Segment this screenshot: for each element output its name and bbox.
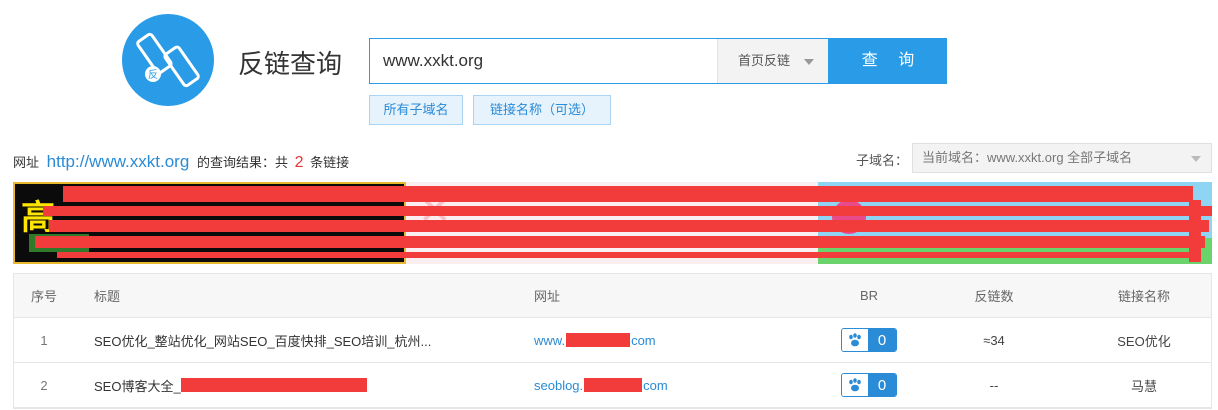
row-url-link[interactable]: seoblog. com bbox=[534, 363, 784, 407]
redaction-bar bbox=[57, 252, 1197, 258]
column-header-no: 序号 bbox=[30, 289, 57, 304]
search-input[interactable] bbox=[370, 39, 716, 83]
row-title-wrap: SEO博客大全_ bbox=[94, 363, 514, 407]
chain-link-icon: 反 bbox=[136, 32, 200, 88]
result-url-link[interactable]: http://www.xxkt.org bbox=[47, 152, 190, 171]
row-backlinks: -- bbox=[989, 377, 999, 393]
row-url-end: com bbox=[643, 377, 668, 393]
result-count: 2 bbox=[294, 154, 304, 171]
column-header-link-name: 链接名称 bbox=[1117, 289, 1170, 304]
logo-icon: 反 bbox=[122, 14, 214, 106]
backlink-table: 序号 标题 网址 BR 反链数 链接名称 1 SEO优化_整站优化_网站SEO_… bbox=[13, 273, 1212, 409]
redaction-bar bbox=[63, 186, 1193, 202]
chevron-down-icon bbox=[1191, 156, 1201, 162]
result-summary: 网址 http://www.xxkt.org 的查询结果：共 2 条链接 bbox=[13, 152, 349, 172]
row-url-start: seoblog. bbox=[534, 377, 584, 393]
result-prefix: 网址 bbox=[13, 155, 40, 170]
column-header-br: BR bbox=[859, 288, 879, 303]
row-title: SEO优化_整站优化_网站SEO_百度快排_SEO培训_杭州... bbox=[94, 333, 432, 349]
redaction-bar bbox=[35, 236, 1205, 248]
column-header-url: 网址 bbox=[534, 289, 561, 304]
paw-icon bbox=[842, 329, 868, 351]
br-value: 0 bbox=[868, 329, 896, 351]
redaction-bar bbox=[566, 333, 631, 347]
result-middle: 的查询结果：共 bbox=[196, 155, 288, 170]
baidu-rank-badge[interactable]: 0 bbox=[841, 328, 897, 352]
table-header: 序号 标题 网址 BR 反链数 链接名称 bbox=[14, 274, 1211, 318]
page-title: 反链查询 bbox=[238, 49, 343, 79]
paw-icon bbox=[842, 374, 868, 396]
row-number: 2 bbox=[40, 377, 48, 393]
query-mode-label: 首页反链 bbox=[738, 53, 791, 68]
baidu-rank-badge[interactable]: 0 bbox=[841, 373, 897, 397]
row-link-name: SEO优化 bbox=[1117, 333, 1171, 349]
column-header-title: 标题 bbox=[94, 289, 121, 304]
redaction-bar bbox=[49, 220, 1209, 232]
link-name-button[interactable]: 链接名称（可选） bbox=[473, 95, 611, 125]
redaction-bar bbox=[584, 378, 643, 392]
row-number: 1 bbox=[40, 332, 48, 348]
column-header-backlinks: 反链数 bbox=[974, 289, 1014, 304]
table-row: 1 SEO优化_整站优化_网站SEO_百度快排_SEO培训_杭州... www.… bbox=[14, 318, 1211, 363]
query-mode-select[interactable]: 首页反链 bbox=[717, 39, 828, 83]
br-value: 0 bbox=[868, 374, 896, 396]
all-subdomains-button[interactable]: 所有子域名 bbox=[369, 95, 463, 125]
row-url-end: com bbox=[631, 332, 656, 348]
row-backlinks: ≈34 bbox=[983, 332, 1005, 348]
chevron-down-icon bbox=[804, 59, 814, 65]
search-box: 首页反链 bbox=[369, 38, 829, 84]
logo-glyph: 反 bbox=[148, 69, 158, 81]
subdomain-select[interactable]: 当前域名：www.xxkt.org 全部子域名 bbox=[912, 143, 1212, 173]
redaction-bar bbox=[180, 378, 367, 392]
subdomain-current: 当前域名：www.xxkt.org 全部子域名 bbox=[922, 150, 1133, 165]
query-button[interactable]: 查 询 bbox=[829, 38, 947, 84]
redaction-bar bbox=[43, 206, 1212, 216]
row-link-name: 马慧 bbox=[1130, 378, 1157, 394]
row-url-start: www. bbox=[534, 332, 566, 348]
subdomain-label: 子域名： bbox=[856, 153, 909, 168]
row-url-link[interactable]: www. com bbox=[534, 318, 784, 362]
row-title: SEO博客大全_ bbox=[94, 378, 181, 394]
ad-banner[interactable]: 高 ✕ bbox=[13, 182, 1212, 264]
result-suffix: 条链接 bbox=[310, 155, 350, 170]
redaction-bar bbox=[1189, 200, 1201, 262]
table-row: 2 SEO博客大全_ seoblog. com 0 -- 马慧 bbox=[14, 363, 1211, 408]
